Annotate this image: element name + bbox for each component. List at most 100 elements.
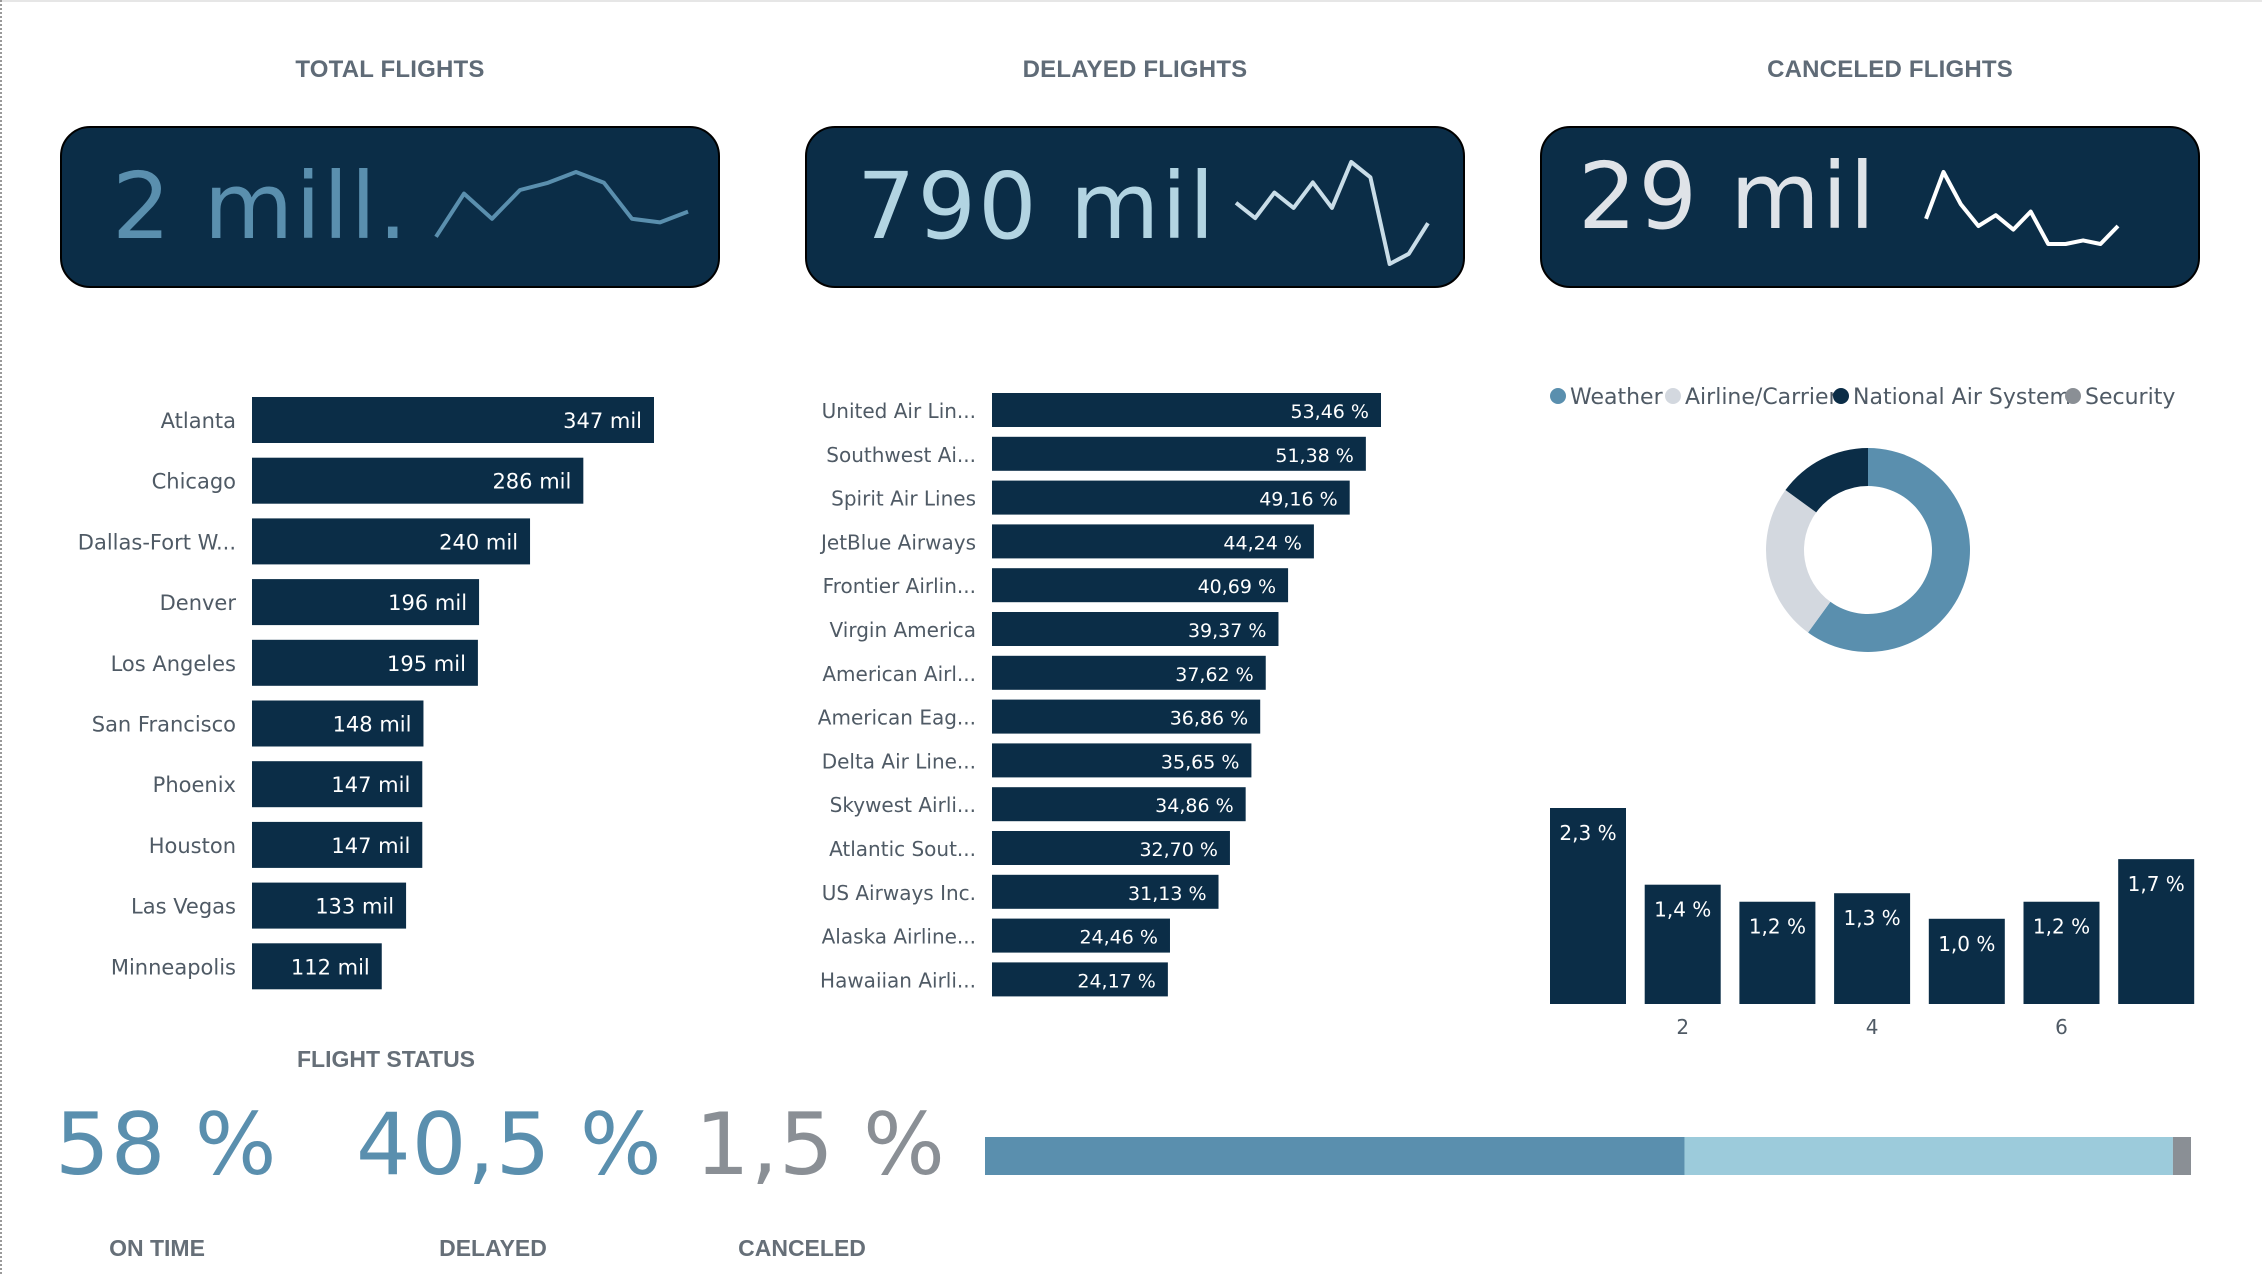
bar-group[interactable]: Chicago 286 mil	[152, 457, 584, 504]
data-label: 24,17 %	[1077, 970, 1156, 992]
bar-group[interactable]: Phoenix 147 mil	[153, 761, 423, 808]
category-label: American Airl...	[822, 662, 976, 686]
legend-item[interactable]: National Air System	[1833, 385, 2071, 410]
status-segment[interactable]	[1684, 1137, 2173, 1175]
data-label: 112 mil	[291, 955, 370, 979]
data-label: 32,70 %	[1139, 839, 1218, 861]
category-label: Delta Air Line...	[822, 749, 976, 773]
legend-item[interactable]: Weather	[1550, 385, 1664, 410]
data-label: 347 mil	[563, 409, 642, 433]
category-label: Dallas-Fort W...	[78, 530, 236, 554]
kpi-value: 2 mill.	[112, 153, 410, 260]
sparkline-path	[1234, 160, 1430, 266]
status-segment[interactable]	[985, 1137, 1685, 1175]
category-label: Hawaiian Airli...	[820, 968, 976, 992]
category-label: Denver	[160, 591, 237, 615]
bar-group[interactable]: San Francisco 148 mil	[92, 700, 424, 747]
data-label: 148 mil	[333, 713, 412, 737]
data-label: 147 mil	[331, 834, 410, 858]
kpi-card[interactable]: 29 mil	[1540, 126, 2200, 288]
bar-group[interactable]: Atlanta 347 mil	[161, 397, 654, 443]
category-label: Spirit Air Lines	[831, 487, 976, 511]
canceled-percent: 1,5 %	[695, 1095, 946, 1195]
bar-group[interactable]: Southwest Ai... 51,38 %	[826, 436, 1366, 471]
bar-group[interactable]: United Air Lin... 53,46 %	[822, 393, 1381, 427]
bar-group[interactable]: JetBlue Airways 44,24 %	[819, 524, 1314, 559]
kpi-sparkline	[1924, 170, 2120, 246]
bar-group[interactable]: US Airways Inc. 31,13 %	[822, 874, 1219, 909]
bar-group[interactable]: Los Angeles 195 mil	[111, 639, 478, 686]
category-label: United Air Lin...	[822, 399, 976, 423]
legend-label: National Air System	[1853, 385, 2071, 410]
canceled-label: CANCELED	[738, 1235, 866, 1261]
bar-group[interactable]: Minneapolis 112 mil	[111, 943, 382, 990]
x-tick-label: 6	[2055, 1015, 2068, 1039]
delayed-percent: 40,5 %	[356, 1095, 663, 1195]
airport-flights-bar-chart: Atlanta 347 mil Chicago 286 mil Dallas-Fort …	[78, 397, 654, 990]
column-group[interactable]: 2,3 %	[1550, 808, 1626, 1004]
legend-marker	[1665, 388, 1681, 404]
sparkline-path	[1924, 170, 2120, 246]
bar-group[interactable]: Hawaiian Airli... 24,17 %	[820, 962, 1168, 997]
kpi-value: 790 mil	[857, 153, 1217, 260]
kpi-sparkline	[434, 170, 689, 238]
bar-group[interactable]: Spirit Air Lines 49,16 %	[831, 480, 1350, 515]
data-label: 133 mil	[315, 895, 394, 919]
column-group[interactable]: 1,2 %	[2023, 901, 2100, 1004]
data-label: 24,46 %	[1079, 927, 1158, 949]
bar-group[interactable]: American Airl... 37,62 %	[822, 655, 1266, 690]
bar-group[interactable]: Alaska Airline... 24,46 %	[822, 918, 1170, 953]
kpi-card[interactable]: 790 mil	[805, 126, 1465, 288]
delayed-label: DELAYED	[439, 1235, 547, 1261]
data-label: 35,65 %	[1161, 751, 1240, 773]
top-edge	[0, 0, 2262, 2]
kpi-card[interactable]: 2 mill.	[60, 126, 720, 288]
x-tick-label: 2	[1676, 1015, 1689, 1039]
data-label: 37,62 %	[1175, 664, 1254, 686]
data-label: 147 mil	[331, 773, 410, 797]
airline-delay-bar-chart: United Air Lin... 53,46 % Southwest Ai... 5…	[818, 393, 1381, 997]
data-label: 51,38 %	[1275, 445, 1354, 467]
kpi-title: DELAYED FLIGHTS	[1022, 56, 1248, 83]
category-label: Frontier Airlin...	[823, 574, 976, 598]
bar-group[interactable]: Virgin America 39,37 %	[830, 612, 1279, 646]
column-group[interactable]: 1,4 %	[1644, 884, 1721, 1004]
data-label: 39,37 %	[1188, 620, 1267, 642]
bar-group[interactable]: Skywest Airli... 34,86 %	[830, 787, 1246, 822]
page-edge	[0, 0, 2, 1274]
bar-group[interactable]: Delta Air Line... 35,65 %	[822, 743, 1252, 778]
data-label: 286 mil	[492, 470, 571, 494]
category-label: JetBlue Airways	[819, 530, 976, 554]
category-label: Skywest Airli...	[830, 793, 976, 817]
category-label: Virgin America	[830, 618, 976, 642]
data-label: 31,13 %	[1128, 883, 1207, 905]
bar-group[interactable]: Frontier Airlin... 40,69 %	[823, 568, 1289, 603]
kpi-value: 29 mil	[1578, 143, 1878, 250]
data-label: 1,2 %	[2033, 915, 2090, 939]
data-label: 1,2 %	[1749, 915, 1806, 939]
data-label: 1,4 %	[1654, 898, 1711, 922]
legend-item[interactable]: Security	[2065, 385, 2175, 410]
category-label: Alaska Airline...	[822, 925, 976, 949]
category-label: Atlanta	[161, 409, 236, 433]
legend-item[interactable]: Airline/Carrier	[1665, 385, 1839, 410]
bar-group[interactable]: Houston 147 mil	[149, 821, 423, 868]
data-label: 1,3 %	[1844, 906, 1901, 930]
column-group[interactable]: 1,0 %	[1928, 918, 2005, 1004]
column-group[interactable]: 1,3 %	[1834, 893, 1911, 1004]
on-time-percent: 58 %	[55, 1095, 278, 1195]
status-segment[interactable]	[2172, 1137, 2191, 1175]
kpi-title: CANCELED FLIGHTS	[1767, 56, 2013, 83]
bar-group[interactable]: Atlantic Sout... 32,70 %	[829, 831, 1230, 865]
bar-group[interactable]: Denver 196 mil	[160, 579, 480, 626]
legend-label: Security	[2085, 385, 2175, 410]
bar-group[interactable]: Las Vegas 133 mil	[131, 882, 407, 929]
data-label: 34,86 %	[1155, 795, 1234, 817]
cancel-rate-column-chart: 2,3 % 1,4 % 1,2 % 1,3 % 1,0 % 1,2 % 1,7 % 2 4 6	[1550, 808, 2195, 1039]
bar-group[interactable]: American Eag... 36,86 %	[818, 699, 1261, 734]
donut-slice[interactable]	[1766, 490, 1831, 633]
bar-group[interactable]: Dallas-Fort W... 240 mil	[78, 518, 531, 565]
column-group[interactable]: 1,2 %	[1739, 901, 1816, 1004]
data-label: 195 mil	[387, 652, 466, 676]
column-group[interactable]: 1,7 %	[2118, 859, 2195, 1004]
